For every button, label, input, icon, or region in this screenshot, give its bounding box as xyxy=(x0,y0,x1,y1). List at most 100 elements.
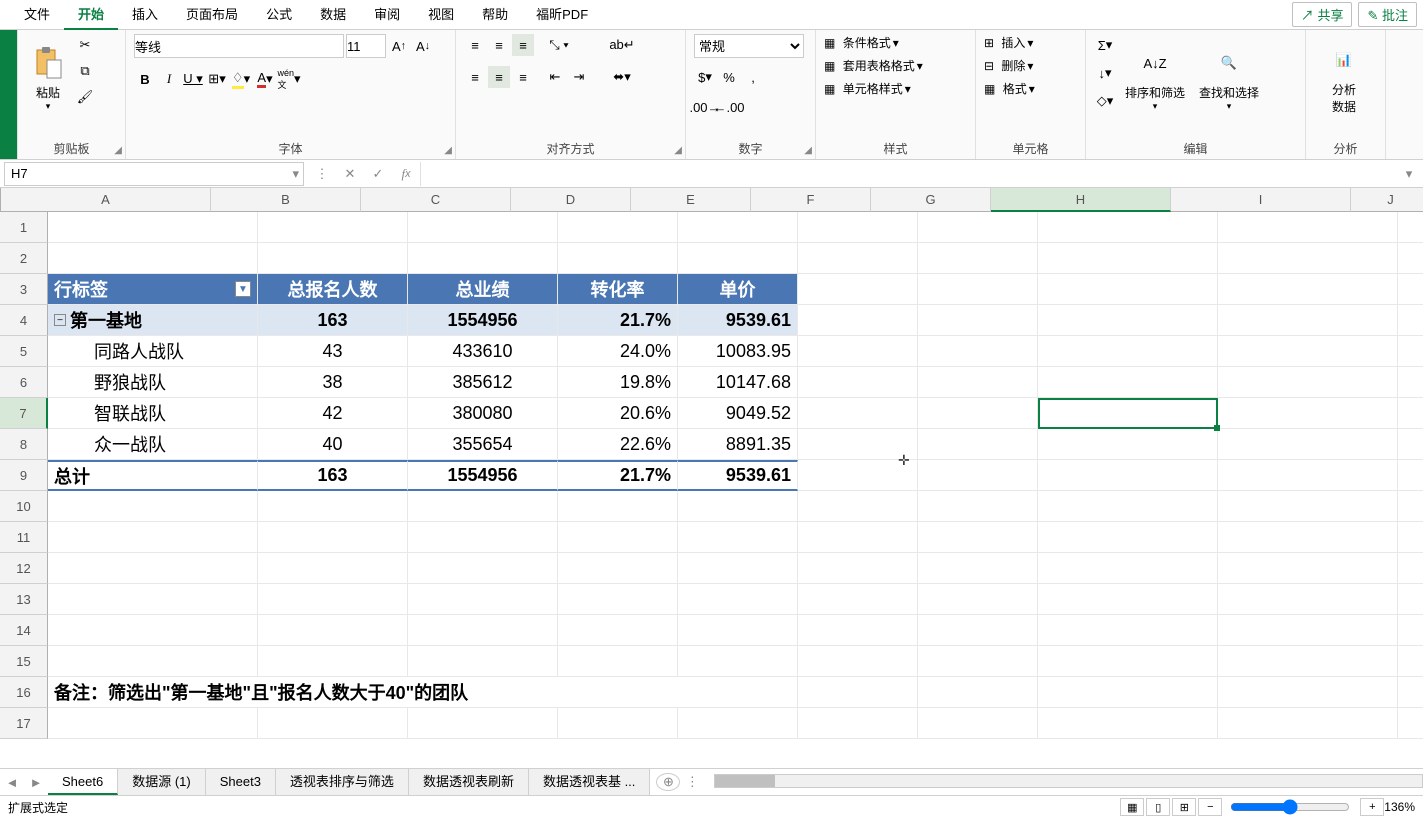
cell-E3[interactable]: 单价 xyxy=(678,274,798,305)
column-header-H[interactable]: H xyxy=(991,188,1171,212)
row-header-15[interactable]: 15 xyxy=(0,646,48,677)
formula-input[interactable] xyxy=(420,162,1395,186)
cell-C8[interactable]: 355654 xyxy=(408,429,558,460)
menu-data[interactable]: 数据 xyxy=(306,0,360,30)
row-header-2[interactable]: 2 xyxy=(0,243,48,274)
decrease-decimal-button[interactable]: ←.00 xyxy=(718,96,740,118)
zoom-slider[interactable] xyxy=(1230,799,1350,815)
italic-button[interactable]: I xyxy=(158,68,180,90)
cell-A5[interactable]: 同路人战队 xyxy=(48,336,258,367)
conditional-format-button[interactable]: ▦ 条件格式 ▾ xyxy=(824,34,923,51)
align-bottom-button[interactable]: ≡ xyxy=(512,34,534,56)
align-middle-button[interactable]: ≡ xyxy=(488,34,510,56)
zoom-in-button[interactable]: + xyxy=(1360,798,1384,816)
fill-button[interactable]: ↓ ▾ xyxy=(1094,62,1116,84)
column-header-I[interactable]: I xyxy=(1171,188,1351,212)
cell-D8[interactable]: 22.6% xyxy=(558,429,678,460)
cell-A9[interactable]: 总计 xyxy=(48,460,258,491)
row-header-3[interactable]: 3 xyxy=(0,274,48,305)
cell-B3[interactable]: 总报名人数 xyxy=(258,274,408,305)
annotate-button[interactable]: ✎ 批注 xyxy=(1358,2,1417,27)
column-header-D[interactable]: D xyxy=(511,188,631,212)
analyze-data-button[interactable]: 📊 分析数据 xyxy=(1314,34,1374,124)
row-header-6[interactable]: 6 xyxy=(0,367,48,398)
align-right-button[interactable]: ≡ xyxy=(512,66,534,88)
cell-C5[interactable]: 433610 xyxy=(408,336,558,367)
cell-A6[interactable]: 野狼战队 xyxy=(48,367,258,398)
row-header-12[interactable]: 12 xyxy=(0,553,48,584)
menu-formulas[interactable]: 公式 xyxy=(252,0,306,30)
delete-cells-button[interactable]: ⊟ 删除 ▾ xyxy=(984,57,1035,74)
increase-indent-button[interactable]: ⇥ xyxy=(568,66,590,88)
row-header-1[interactable]: 1 xyxy=(0,212,48,243)
cell-D5[interactable]: 24.0% xyxy=(558,336,678,367)
row-header-8[interactable]: 8 xyxy=(0,429,48,460)
zoom-out-button[interactable]: − xyxy=(1198,798,1222,816)
menu-home[interactable]: 开始 xyxy=(64,0,118,30)
cell-E8[interactable]: 8891.35 xyxy=(678,429,798,460)
menu-insert[interactable]: 插入 xyxy=(118,0,172,30)
menu-help[interactable]: 帮助 xyxy=(468,0,522,30)
sheet-tab[interactable]: Sheet3 xyxy=(206,769,276,795)
phonetic-button[interactable]: wén文 ▾ xyxy=(278,68,300,90)
tab-nav-next[interactable]: ► xyxy=(24,775,48,790)
border-button[interactable]: ⊞ ▾ xyxy=(206,68,228,90)
tab-nav-prev[interactable]: ◄ xyxy=(0,775,24,790)
font-size-combo[interactable] xyxy=(346,34,386,58)
share-button[interactable]: ↗ 共享 xyxy=(1292,2,1353,27)
column-header-J[interactable]: J xyxy=(1351,188,1423,212)
menu-file[interactable]: 文件 xyxy=(10,0,64,30)
sheet-tab[interactable]: Sheet6 xyxy=(48,769,118,795)
sheet-tab[interactable]: 数据透视表刷新 xyxy=(409,769,529,795)
filter-icon[interactable]: ▼ xyxy=(235,281,251,297)
row-header-11[interactable]: 11 xyxy=(0,522,48,553)
menu-review[interactable]: 审阅 xyxy=(360,0,414,30)
cell-A8[interactable]: 众一战队 xyxy=(48,429,258,460)
align-left-button[interactable]: ≡ xyxy=(464,66,486,88)
view-page-layout-button[interactable]: ▯ xyxy=(1146,798,1170,816)
column-header-E[interactable]: E xyxy=(631,188,751,212)
cell-A7[interactable]: 智联战队 xyxy=(48,398,258,429)
column-header-A[interactable]: A xyxy=(1,188,211,212)
insert-cells-button[interactable]: ⊞ 插入 ▾ xyxy=(984,34,1035,51)
number-format-combo[interactable]: 常规 xyxy=(694,34,804,58)
view-page-break-button[interactable]: ⊞ xyxy=(1172,798,1196,816)
insert-function-button[interactable]: fx xyxy=(392,162,420,186)
sheet-tab[interactable]: 数据透视表基 ... xyxy=(529,769,650,795)
paste-button[interactable]: 粘贴 ▾ xyxy=(26,34,70,124)
cut-button[interactable]: ✂ xyxy=(74,34,96,56)
increase-font-button[interactable]: A↑ xyxy=(388,35,410,57)
menu-foxit[interactable]: 福昕PDF xyxy=(522,0,602,30)
cell-E9[interactable]: 9539.61 xyxy=(678,460,798,491)
autosum-button[interactable]: Σ ▾ xyxy=(1094,34,1116,56)
row-header-17[interactable]: 17 xyxy=(0,708,48,739)
sheet-tab[interactable]: 数据源 (1) xyxy=(118,769,206,795)
column-header-C[interactable]: C xyxy=(361,188,511,212)
name-box[interactable]: H7 ▾ xyxy=(4,162,304,186)
column-header-G[interactable]: G xyxy=(871,188,991,212)
cell-C7[interactable]: 380080 xyxy=(408,398,558,429)
cell-E4[interactable]: 9539.61 xyxy=(678,305,798,336)
cell-E7[interactable]: 9049.52 xyxy=(678,398,798,429)
column-header-F[interactable]: F xyxy=(751,188,871,212)
orientation-button[interactable]: ⤡ ▾ xyxy=(548,34,570,56)
menu-view[interactable]: 视图 xyxy=(414,0,468,30)
column-header-B[interactable]: B xyxy=(211,188,361,212)
view-normal-button[interactable]: ▦ xyxy=(1120,798,1144,816)
format-painter-button[interactable]: 🖌 xyxy=(74,86,96,108)
row-header-4[interactable]: 4 xyxy=(0,305,48,336)
font-color-button[interactable]: A ▾ xyxy=(254,68,276,90)
number-launcher-icon[interactable]: ◢ xyxy=(804,145,812,156)
cell-style-button[interactable]: ▦ 单元格样式 ▾ xyxy=(824,80,923,97)
font-launcher-icon[interactable]: ◢ xyxy=(444,145,452,156)
cell-E6[interactable]: 10147.68 xyxy=(678,367,798,398)
row-header-7[interactable]: 7 xyxy=(0,398,48,429)
cell-B5[interactable]: 43 xyxy=(258,336,408,367)
wrap-text-button[interactable]: ab↵ xyxy=(602,34,642,56)
row-header-16[interactable]: 16 xyxy=(0,677,48,708)
sort-filter-button[interactable]: A↓Z 排序和筛选▾ xyxy=(1120,34,1190,124)
clear-button[interactable]: ◇ ▾ xyxy=(1094,90,1116,112)
collapse-icon[interactable]: − xyxy=(54,314,66,326)
cell-A4[interactable]: −第一基地 xyxy=(48,305,258,336)
format-cells-button[interactable]: ▦ 格式 ▾ xyxy=(984,80,1035,97)
